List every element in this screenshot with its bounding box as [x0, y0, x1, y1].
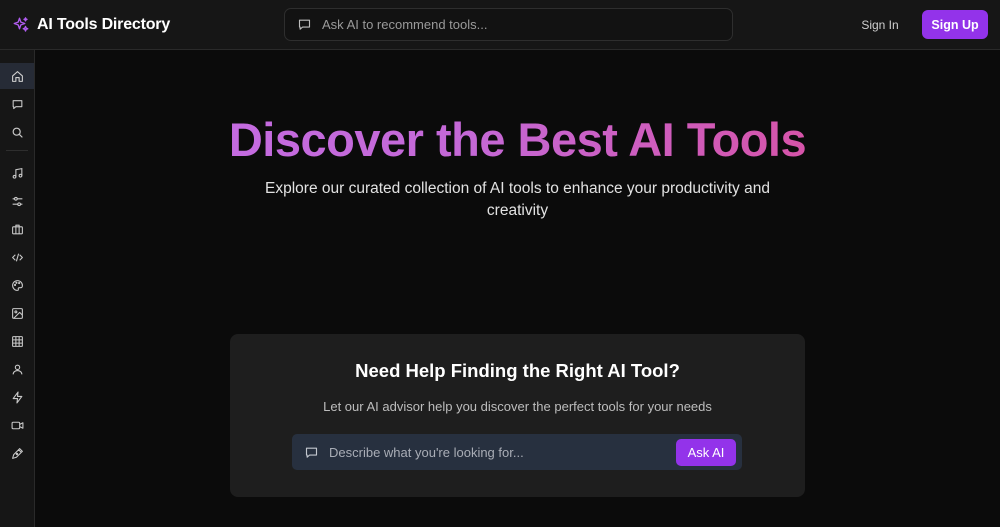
sparkles-icon — [12, 16, 30, 34]
chat-icon — [297, 17, 312, 32]
pen-icon — [11, 447, 24, 460]
advisor-card-title: Need Help Finding the Right AI Tool? — [355, 360, 680, 381]
hero-title: Discover the Best AI Tools — [35, 112, 1000, 168]
hero-subtitle: Explore our curated collection of AI too… — [265, 180, 770, 219]
ask-ai-button[interactable]: Ask AI — [676, 439, 736, 466]
sidebar-item-image[interactable] — [0, 300, 34, 326]
code-icon — [11, 251, 24, 264]
image-icon — [11, 307, 24, 320]
sidebar-item-search[interactable] — [0, 119, 34, 145]
sidebar-item-people[interactable] — [0, 356, 34, 382]
main-content: Discover the Best AI Tools Explore our c… — [35, 50, 1000, 527]
sign-in-button[interactable]: Sign In — [852, 14, 908, 36]
sidebar-item-writing[interactable] — [0, 440, 34, 466]
briefcase-icon — [11, 223, 24, 236]
sidebar-item-code[interactable] — [0, 244, 34, 270]
sidebar-item-data[interactable] — [0, 328, 34, 354]
palette-icon — [11, 279, 24, 292]
sidebar-item-music[interactable] — [0, 160, 34, 186]
sidebar-item-home[interactable] — [0, 63, 34, 89]
advisor-input[interactable] — [329, 444, 659, 460]
advisor-card-subtitle: Let our AI advisor help you discover the… — [323, 399, 712, 414]
sidebar-item-automation[interactable] — [0, 384, 34, 410]
search-icon — [11, 126, 24, 139]
brand-title: AI Tools Directory — [37, 15, 171, 33]
ai-search-bar[interactable] — [284, 8, 733, 41]
home-icon — [11, 70, 24, 83]
sidebar — [0, 50, 35, 527]
user-icon — [11, 363, 24, 376]
ai-advisor-card: Need Help Finding the Right AI Tool? Let… — [230, 334, 805, 497]
video-icon — [11, 419, 24, 432]
sidebar-item-video[interactable] — [0, 412, 34, 438]
chat-icon — [304, 445, 319, 460]
sidebar-item-design[interactable] — [0, 272, 34, 298]
bolt-icon — [11, 391, 24, 404]
sidebar-divider — [6, 150, 28, 151]
chat-icon — [11, 98, 24, 111]
grid-icon — [11, 335, 24, 348]
sign-up-button[interactable]: Sign Up — [922, 10, 988, 39]
sliders-icon — [11, 195, 24, 208]
brand[interactable]: AI Tools Directory — [12, 16, 170, 34]
top-header: AI Tools Directory Sign In Sign Up — [0, 0, 1000, 50]
music-icon — [11, 167, 24, 180]
ai-search-input[interactable] — [322, 17, 702, 32]
advisor-input-bar[interactable]: Ask AI — [292, 434, 742, 470]
sidebar-item-settings[interactable] — [0, 188, 34, 214]
sidebar-item-chat[interactable] — [0, 91, 34, 117]
sidebar-item-business[interactable] — [0, 216, 34, 242]
